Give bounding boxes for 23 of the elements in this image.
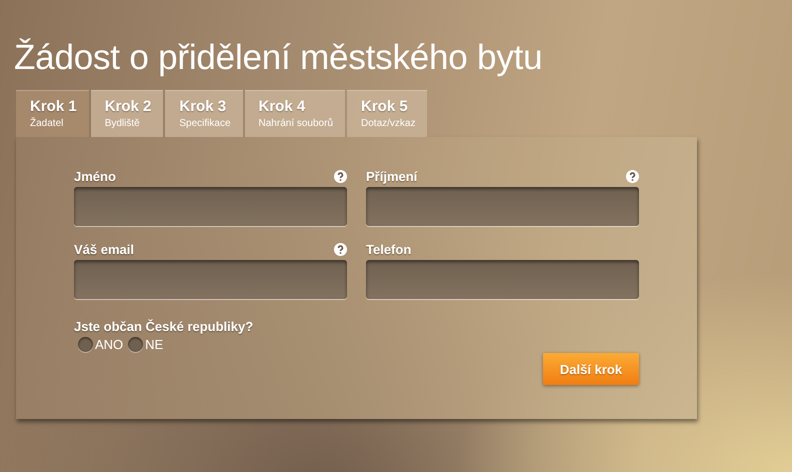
page-title: Žádost o přidělení městského bytu [14,38,544,78]
field-label: Příjmení [366,168,418,184]
field-label: Jméno [74,168,116,184]
question-label: Jste občan České republiky? [74,319,254,334]
field-label: Váš email [74,242,134,256]
input-field[interactable] [366,187,639,226]
radio-label: NE [145,337,164,352]
radio-button[interactable] [128,337,144,352]
help-icon[interactable] [334,170,347,182]
step-tab[interactable]: Krok 1 Žadatel [16,90,89,137]
input-field[interactable] [74,260,347,299]
next-step-button[interactable]: Další krok [543,353,639,385]
help-icon[interactable] [334,242,347,256]
input-field[interactable] [74,187,347,226]
help-icon[interactable] [626,170,639,182]
step-tab[interactable]: Krok 4 Nahrání souborů [244,90,346,137]
step-tab[interactable]: Krok 3 Specifikace [165,90,243,137]
field-label: Telefon [366,242,412,256]
step-tab[interactable]: Krok 2 Bydliště [90,90,164,137]
radio-button[interactable] [78,337,93,352]
step-tab[interactable]: Krok 5 Dotaz/vzkaz [347,90,428,137]
input-field[interactable] [366,260,639,299]
radio-label: ANO [95,337,124,352]
